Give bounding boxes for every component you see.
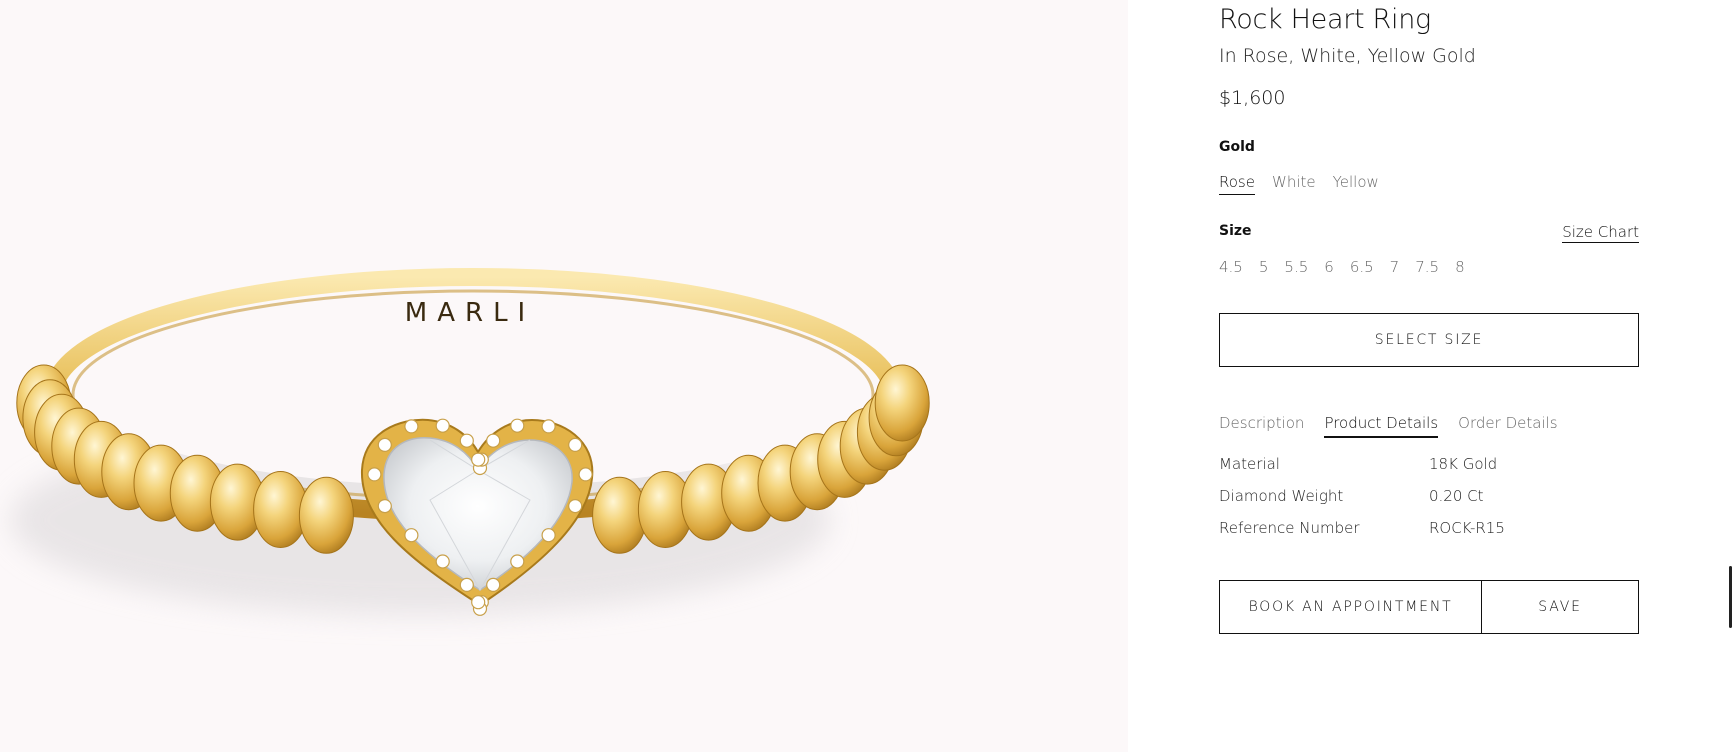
halo-diamond (471, 595, 486, 610)
halo-diamond (377, 437, 392, 452)
product-details-panel: Rock Heart Ring In Rose, White, Yellow G… (1219, 0, 1639, 752)
details-tabs: Description Product Details Order Detail… (1219, 414, 1558, 438)
halo-diamond (486, 577, 501, 593)
spec-label: Reference Number (1219, 519, 1360, 537)
gold-option-white[interactable]: White (1272, 173, 1316, 195)
halo-diamond (404, 419, 419, 434)
product-title: Rock Heart Ring (1219, 4, 1431, 35)
size-option[interactable]: 6 (1324, 258, 1334, 279)
halo-diamond (568, 437, 583, 452)
tab-order-details[interactable]: Order Details (1458, 414, 1557, 438)
halo-diamond (367, 467, 382, 482)
size-chart-link[interactable]: Size Chart (1562, 223, 1639, 243)
tab-product-details[interactable]: Product Details (1324, 414, 1439, 438)
spec-row: Reference Number ROCK-R15 (1219, 519, 1639, 551)
halo-diamond (459, 433, 474, 448)
halo-diamond (510, 418, 525, 433)
size-option[interactable]: 8 (1455, 258, 1465, 279)
size-option[interactable]: 5 (1259, 258, 1269, 279)
size-label: Size (1219, 223, 1252, 239)
engraving-text: MARLI (405, 298, 535, 328)
halo-diamond (404, 528, 419, 543)
halo-diamond (541, 528, 556, 543)
gold-label: Gold (1219, 139, 1255, 155)
halo-diamond (510, 554, 525, 569)
halo-diamond (459, 577, 474, 593)
save-button[interactable]: SAVE (1481, 580, 1639, 634)
book-appointment-button[interactable]: BOOK AN APPOINTMENT (1219, 580, 1482, 634)
halo-diamond (486, 433, 501, 448)
spec-table: Material 18K Gold Diamond Weight 0.20 Ct… (1219, 455, 1639, 551)
spec-label: Material (1219, 455, 1280, 473)
halo-diamond (541, 419, 556, 434)
gold-option-rose[interactable]: Rose (1219, 173, 1255, 195)
size-option[interactable]: 4.5 (1219, 258, 1243, 279)
halo-diamond (568, 499, 583, 514)
size-option[interactable]: 5.5 (1284, 258, 1308, 279)
product-image[interactable]: MARLI (0, 0, 1128, 752)
spec-row: Diamond Weight 0.20 Ct (1219, 487, 1639, 519)
ring-bead (874, 364, 930, 442)
ring-bead (298, 476, 354, 554)
product-subtitle: In Rose, White, Yellow Gold (1219, 45, 1476, 67)
size-options: 4.5 5 5.5 6 6.5 7 7.5 8 (1219, 258, 1465, 279)
halo-diamond (435, 554, 450, 569)
spec-label: Diamond Weight (1219, 487, 1344, 505)
spec-value: 18K Gold (1429, 455, 1498, 473)
halo-diamond (435, 418, 450, 433)
halo-diamond (578, 467, 593, 482)
spec-value: ROCK-R15 (1429, 519, 1505, 537)
size-option[interactable]: 6.5 (1350, 258, 1374, 279)
halo-diamond (471, 452, 486, 467)
gold-options: Rose White Yellow (1219, 173, 1379, 195)
spec-row: Material 18K Gold (1219, 455, 1639, 487)
product-price: $1,600 (1219, 87, 1286, 109)
select-size-button[interactable]: SELECT SIZE (1219, 313, 1639, 367)
size-option[interactable]: 7.5 (1415, 258, 1439, 279)
spec-value: 0.20 Ct (1429, 487, 1484, 505)
gold-option-yellow[interactable]: Yellow (1333, 173, 1379, 195)
size-option[interactable]: 7 (1390, 258, 1400, 279)
tab-description[interactable]: Description (1219, 414, 1304, 438)
halo-diamond (377, 499, 392, 514)
ring-illustration: MARLI (10, 268, 930, 616)
